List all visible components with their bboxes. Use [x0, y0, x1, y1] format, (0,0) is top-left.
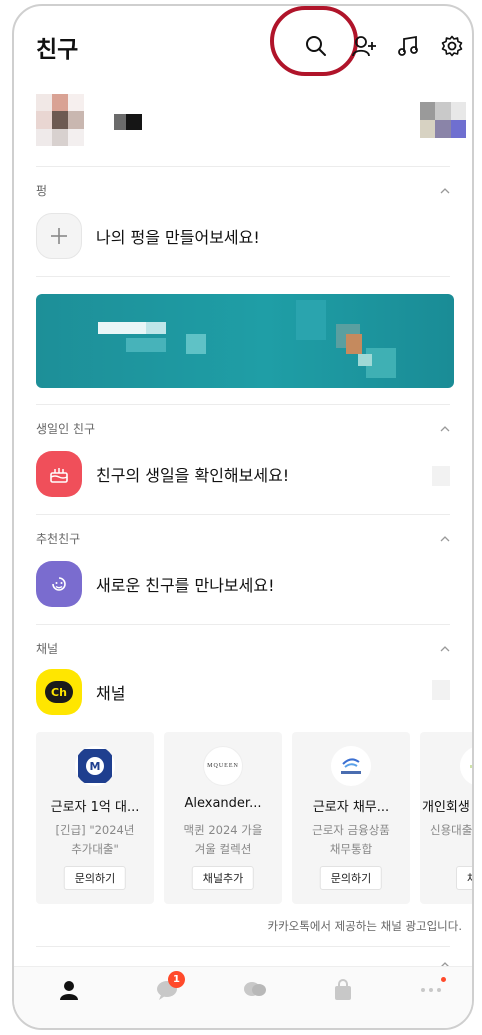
channel-card-logo — [331, 746, 371, 786]
birthday-row[interactable]: 친구의 생일을 확인해보세요! — [36, 450, 289, 498]
chevron-up-icon[interactable] — [438, 422, 452, 436]
divider — [36, 946, 450, 947]
chat-unread-badge: 1 — [168, 971, 185, 988]
divider — [36, 404, 450, 405]
openchat-tab-icon[interactable] — [240, 975, 270, 1005]
channel-row[interactable]: Ch 채널 — [36, 668, 125, 716]
channel-card-name: Alexander... — [184, 796, 262, 811]
section-label-birthday: 생일인 친구 — [36, 422, 96, 436]
channel-card-desc: 맥퀸 2024 가을 겨울 컬렉션 — [183, 823, 263, 856]
channel-card-name: 개인회생 — [422, 800, 470, 815]
bottom-nav: 1 — [14, 966, 472, 1028]
divider — [36, 166, 450, 167]
chevron-up-icon[interactable] — [438, 532, 452, 546]
channel-card-name: 근로자 채무... — [312, 800, 390, 815]
phone-screen: 친구 펑 나의 펑을 만들어보세요! 생일인 친구 친구의 생일을 확인해보세요… — [12, 4, 474, 1030]
friends-tab-icon[interactable] — [54, 975, 84, 1005]
section-label-channel: 채널 — [36, 642, 59, 656]
channel-card-button[interactable]: 채널추가 — [191, 866, 255, 890]
channel-card-name: 근로자 1억 대... — [50, 800, 140, 815]
avatar — [36, 94, 84, 146]
shopping-tab-icon[interactable] — [328, 975, 358, 1005]
page-title: 친구 — [36, 37, 79, 63]
search-icon[interactable] — [302, 32, 330, 60]
divider — [36, 276, 450, 277]
profile-name — [114, 114, 148, 130]
channel-logo-icon: Ch — [36, 669, 82, 715]
new-dot-badge — [441, 977, 446, 982]
cake-icon — [36, 451, 82, 497]
channel-card-logo — [460, 746, 472, 786]
channel-card-logo: M — [75, 746, 115, 786]
my-profile[interactable] — [14, 86, 472, 161]
channel-card-button[interactable]: 문의하기 — [63, 866, 127, 890]
profile-music-thumbnail[interactable] — [420, 102, 466, 138]
channel-thumbnail — [432, 680, 450, 700]
recommended-text: 새로운 친구를 만나보세요! — [96, 576, 275, 595]
header: 친구 — [14, 6, 472, 86]
channel-card[interactable]: MQUEEN Alexander... 맥퀸 2024 가을 겨울 컬렉션 채널… — [164, 732, 282, 904]
chevron-up-icon[interactable] — [438, 642, 452, 656]
channel-card-desc: 근로자 금융상품 채무통합 — [312, 823, 390, 856]
channel-card-desc: 신용대출 — [430, 823, 473, 837]
channel-card-logo: MQUEEN — [203, 746, 243, 786]
channel-card-button[interactable]: 채널추 — [456, 866, 472, 890]
more-tab-icon[interactable] — [416, 975, 446, 1005]
section-label-pung: 펑 — [36, 184, 48, 198]
settings-icon[interactable] — [438, 32, 466, 60]
chevron-up-icon[interactable] — [438, 184, 452, 198]
channel-ad-note: 카카오톡에서 제공하는 채널 광고입니다. — [267, 919, 462, 933]
chats-tab-icon[interactable]: 1 — [152, 971, 185, 1005]
recommended-row[interactable]: 새로운 친구를 만나보세요! — [36, 560, 275, 608]
music-icon[interactable] — [394, 32, 422, 60]
channel-card[interactable]: 개인회생 신용대출 채널추 — [420, 732, 473, 904]
plus-icon — [36, 213, 82, 259]
channel-cards: M 근로자 1억 대... [긴급] "2024년 추가대출" 문의하기 MQU… — [36, 732, 473, 904]
divider — [36, 514, 450, 515]
birthday-text: 친구의 생일을 확인해보세요! — [96, 466, 290, 485]
section-label-recommended: 추천친구 — [36, 532, 81, 546]
ad-banner[interactable] — [36, 294, 454, 388]
channel-card[interactable]: M 근로자 1억 대... [긴급] "2024년 추가대출" 문의하기 — [36, 732, 154, 904]
channel-card-desc: [긴급] "2024년 추가대출" — [55, 823, 135, 856]
channel-card[interactable]: 근로자 채무... 근로자 금융상품 채무통합 문의하기 — [292, 732, 410, 904]
create-pung-row[interactable]: 나의 펑을 만들어보세요! — [36, 212, 260, 260]
channel-card-button[interactable]: 문의하기 — [319, 866, 383, 890]
smile-icon — [36, 561, 82, 607]
channel-title: 채널 — [96, 684, 126, 703]
divider — [36, 624, 450, 625]
add-friend-icon[interactable] — [350, 32, 378, 60]
create-pung-text: 나의 펑을 만들어보세요! — [96, 228, 260, 247]
birthday-thumbnail — [432, 466, 450, 486]
